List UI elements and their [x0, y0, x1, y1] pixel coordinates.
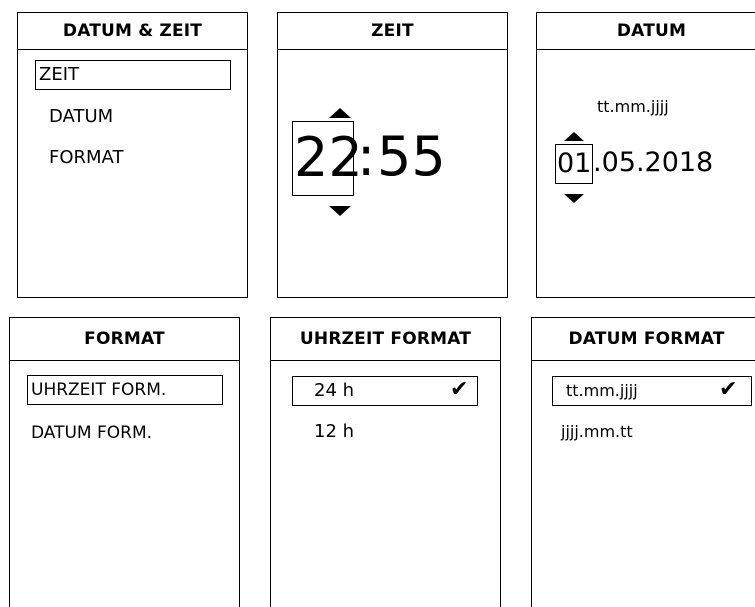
hours-value: 22: [294, 126, 363, 189]
uhrzeit-format-panel: UHRZEIT FORMAT 24 h ✔ 12 h: [270, 317, 501, 607]
datum-panel: DATUM tt.mm.jjjj 01 .05.2018: [536, 12, 755, 298]
menu-item-datum[interactable]: DATUM: [49, 106, 113, 128]
menu-item-zeit-label: ZEIT: [39, 64, 80, 85]
time-separator: :: [357, 125, 376, 188]
option-jjjj-mm-tt[interactable]: jjjj.mm.tt: [561, 421, 633, 443]
day-field[interactable]: 01: [555, 144, 593, 184]
hours-field[interactable]: 22: [292, 121, 363, 196]
format-panel: FORMAT UHRZEIT FORM. DATUM FORM.: [9, 317, 240, 607]
menu-item-uhrzeit-form-label: UHRZEIT FORM.: [31, 380, 167, 400]
option-24h-label: 24 h: [314, 380, 355, 401]
decrement-arrow-icon[interactable]: [564, 194, 584, 203]
increment-arrow-icon[interactable]: [564, 132, 584, 141]
option-12h[interactable]: 12 h: [314, 421, 354, 443]
option-24h[interactable]: 24 h ✔: [292, 376, 478, 406]
datum-title: DATUM: [537, 13, 755, 50]
month-year-value[interactable]: .05.2018: [593, 147, 713, 179]
menu-item-datum-form[interactable]: DATUM FORM.: [31, 422, 152, 444]
option-tt-mm-jjjj-label: tt.mm.jjjj: [566, 381, 638, 400]
menu-item-zeit[interactable]: ZEIT: [35, 60, 231, 90]
decrement-arrow-icon[interactable]: [329, 206, 351, 216]
increment-arrow-icon[interactable]: [329, 108, 351, 118]
datum-zeit-panel: DATUM & ZEIT ZEIT DATUM FORMAT: [17, 12, 248, 298]
zeit-panel: ZEIT 22 : 55: [277, 12, 508, 298]
datum-zeit-title: DATUM & ZEIT: [18, 13, 247, 50]
format-title: FORMAT: [10, 318, 239, 361]
uhrzeit-format-title: UHRZEIT FORMAT: [271, 318, 500, 361]
menu-item-uhrzeit-form[interactable]: UHRZEIT FORM.: [27, 375, 223, 405]
checkmark-icon: ✔: [450, 377, 469, 402]
date-format-hint: tt.mm.jjjj: [597, 97, 669, 116]
zeit-title: ZEIT: [278, 13, 507, 50]
datum-format-title: DATUM FORMAT: [532, 318, 755, 361]
option-tt-mm-jjjj[interactable]: tt.mm.jjjj ✔: [552, 376, 752, 406]
day-value: 01: [557, 148, 592, 179]
checkmark-icon: ✔: [719, 377, 738, 402]
datum-format-panel: DATUM FORMAT tt.mm.jjjj ✔ jjjj.mm.tt: [531, 317, 755, 607]
menu-item-format[interactable]: FORMAT: [49, 147, 123, 169]
minutes-value[interactable]: 55: [377, 125, 446, 189]
